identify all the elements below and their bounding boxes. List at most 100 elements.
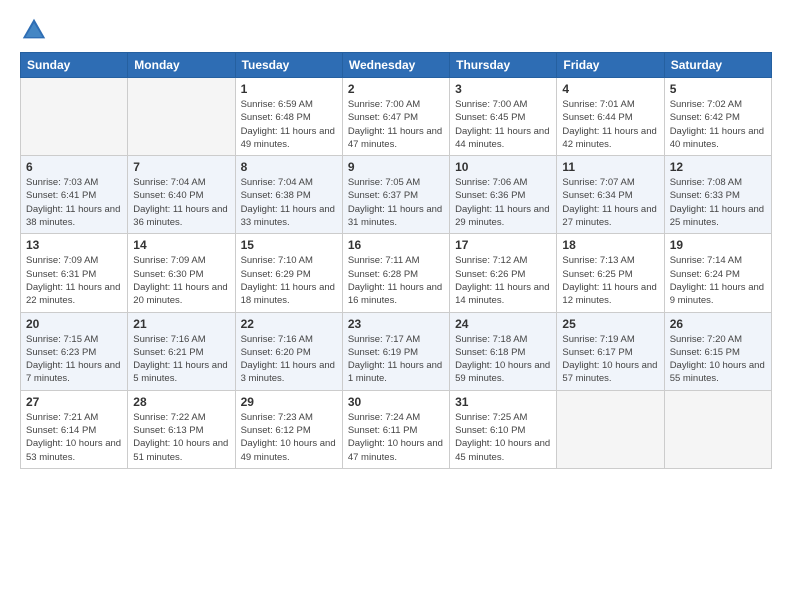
calendar-cell: 4Sunrise: 7:01 AM Sunset: 6:44 PM Daylig… xyxy=(557,78,664,156)
calendar-cell: 18 Sunrise: 7:13 AM Sunset: 6:25 PM Dayli… xyxy=(557,234,664,312)
day-info: Sunrise: 7:20 AM Sunset: 6:15 PM Dayligh… xyxy=(670,333,766,386)
calendar-cell: 23 Sunrise: 7:17 AM Sunset: 6:19 PM Dayli… xyxy=(342,312,449,390)
calendar-cell: 28Sunrise: 7:22 AM Sunset: 6:13 PM Dayli… xyxy=(128,390,235,468)
day-number: 29 xyxy=(241,395,337,409)
day-info: Sunrise: 7:17 AM Sunset: 6:19 PM Dayligh… xyxy=(348,333,444,386)
day-info: Sunrise: 6:59 AM Sunset: 6:48 PM Dayligh… xyxy=(241,98,337,151)
day-info: Sunrise: 7:00 AM Sunset: 6:45 PM Dayligh… xyxy=(455,98,551,151)
day-info: Sunrise: 7:11 AM Sunset: 6:28 PM Dayligh… xyxy=(348,254,444,307)
day-info: Sunrise: 7:04 AM Sunset: 6:40 PM Dayligh… xyxy=(133,176,229,229)
day-number: 19 xyxy=(670,238,766,252)
calendar-cell: 27 Sunrise: 7:21 AM Sunset: 6:14 PM Dayli… xyxy=(21,390,128,468)
day-number: 9 xyxy=(348,160,444,174)
weekday-header-sunday: Sunday xyxy=(21,53,128,78)
day-number: 7 xyxy=(133,160,229,174)
day-info: Sunrise: 7:16 AM Sunset: 6:20 PM Dayligh… xyxy=(241,333,337,386)
week-row-5: 27 Sunrise: 7:21 AM Sunset: 6:14 PM Dayli… xyxy=(21,390,772,468)
day-info: Sunrise: 7:16 AM Sunset: 6:21 PM Dayligh… xyxy=(133,333,229,386)
day-info: Sunrise: 7:21 AM Sunset: 6:14 PM Dayligh… xyxy=(26,411,122,464)
day-info: Sunrise: 7:09 AM Sunset: 6:31 PM Dayligh… xyxy=(26,254,122,307)
calendar-cell: 3 Sunrise: 7:00 AM Sunset: 6:45 PM Daylig… xyxy=(450,78,557,156)
weekday-header-tuesday: Tuesday xyxy=(235,53,342,78)
day-info: Sunrise: 7:08 AM Sunset: 6:33 PM Dayligh… xyxy=(670,176,766,229)
day-number: 6 xyxy=(26,160,122,174)
day-info: Sunrise: 7:15 AM Sunset: 6:23 PM Dayligh… xyxy=(26,333,122,386)
calendar-cell: 30 Sunrise: 7:24 AM Sunset: 6:11 PM Dayli… xyxy=(342,390,449,468)
calendar-cell: 8 Sunrise: 7:04 AM Sunset: 6:38 PM Daylig… xyxy=(235,156,342,234)
day-info: Sunrise: 7:07 AM Sunset: 6:34 PM Dayligh… xyxy=(562,176,658,229)
day-info: Sunrise: 7:05 AM Sunset: 6:37 PM Dayligh… xyxy=(348,176,444,229)
calendar-cell: 24 Sunrise: 7:18 AM Sunset: 6:18 PM Dayli… xyxy=(450,312,557,390)
day-number: 23 xyxy=(348,317,444,331)
day-info: Sunrise: 7:19 AM Sunset: 6:17 PM Dayligh… xyxy=(562,333,658,386)
calendar-cell xyxy=(128,78,235,156)
day-number: 8 xyxy=(241,160,337,174)
day-number: 17 xyxy=(455,238,551,252)
day-info: Sunrise: 7:01 AM Sunset: 6:44 PM Dayligh… xyxy=(562,98,658,151)
calendar-cell: 17 Sunrise: 7:12 AM Sunset: 6:26 PM Dayli… xyxy=(450,234,557,312)
day-info: Sunrise: 7:18 AM Sunset: 6:18 PM Dayligh… xyxy=(455,333,551,386)
day-number: 15 xyxy=(241,238,337,252)
day-number: 30 xyxy=(348,395,444,409)
week-row-2: 6 Sunrise: 7:03 AM Sunset: 6:41 PM Daylig… xyxy=(21,156,772,234)
day-number: 3 xyxy=(455,82,551,96)
day-number: 25 xyxy=(562,317,658,331)
calendar-cell: 20 Sunrise: 7:15 AM Sunset: 6:23 PM Dayli… xyxy=(21,312,128,390)
day-info: Sunrise: 7:03 AM Sunset: 6:41 PM Dayligh… xyxy=(26,176,122,229)
calendar-cell: 12Sunrise: 7:08 AM Sunset: 6:33 PM Dayli… xyxy=(664,156,771,234)
weekday-header-saturday: Saturday xyxy=(664,53,771,78)
day-info: Sunrise: 7:10 AM Sunset: 6:29 PM Dayligh… xyxy=(241,254,337,307)
day-info: Sunrise: 7:14 AM Sunset: 6:24 PM Dayligh… xyxy=(670,254,766,307)
calendar-cell: 5 Sunrise: 7:02 AM Sunset: 6:42 PM Daylig… xyxy=(664,78,771,156)
day-number: 5 xyxy=(670,82,766,96)
day-number: 24 xyxy=(455,317,551,331)
weekday-header-friday: Friday xyxy=(557,53,664,78)
day-number: 26 xyxy=(670,317,766,331)
day-info: Sunrise: 7:22 AM Sunset: 6:13 PM Dayligh… xyxy=(133,411,229,464)
day-info: Sunrise: 7:00 AM Sunset: 6:47 PM Dayligh… xyxy=(348,98,444,151)
calendar-cell: 19 Sunrise: 7:14 AM Sunset: 6:24 PM Dayli… xyxy=(664,234,771,312)
day-info: Sunrise: 7:02 AM Sunset: 6:42 PM Dayligh… xyxy=(670,98,766,151)
day-number: 14 xyxy=(133,238,229,252)
day-number: 22 xyxy=(241,317,337,331)
day-info: Sunrise: 7:24 AM Sunset: 6:11 PM Dayligh… xyxy=(348,411,444,464)
calendar-cell: 15 Sunrise: 7:10 AM Sunset: 6:29 PM Dayli… xyxy=(235,234,342,312)
day-info: Sunrise: 7:09 AM Sunset: 6:30 PM Dayligh… xyxy=(133,254,229,307)
day-number: 27 xyxy=(26,395,122,409)
calendar-cell xyxy=(21,78,128,156)
day-info: Sunrise: 7:12 AM Sunset: 6:26 PM Dayligh… xyxy=(455,254,551,307)
day-info: Sunrise: 7:04 AM Sunset: 6:38 PM Dayligh… xyxy=(241,176,337,229)
logo xyxy=(20,16,52,44)
calendar-cell: 1Sunrise: 6:59 AM Sunset: 6:48 PM Daylig… xyxy=(235,78,342,156)
day-number: 11 xyxy=(562,160,658,174)
weekday-header-row: SundayMondayTuesdayWednesdayThursdayFrid… xyxy=(21,53,772,78)
calendar-cell: 11 Sunrise: 7:07 AM Sunset: 6:34 PM Dayli… xyxy=(557,156,664,234)
day-info: Sunrise: 7:06 AM Sunset: 6:36 PM Dayligh… xyxy=(455,176,551,229)
weekday-header-monday: Monday xyxy=(128,53,235,78)
calendar-cell: 29 Sunrise: 7:23 AM Sunset: 6:12 PM Dayli… xyxy=(235,390,342,468)
day-number: 16 xyxy=(348,238,444,252)
day-number: 21 xyxy=(133,317,229,331)
week-row-4: 20 Sunrise: 7:15 AM Sunset: 6:23 PM Dayli… xyxy=(21,312,772,390)
calendar-cell: 10 Sunrise: 7:06 AM Sunset: 6:36 PM Dayli… xyxy=(450,156,557,234)
calendar-cell: 31Sunrise: 7:25 AM Sunset: 6:10 PM Dayli… xyxy=(450,390,557,468)
day-info: Sunrise: 7:23 AM Sunset: 6:12 PM Dayligh… xyxy=(241,411,337,464)
day-info: Sunrise: 7:13 AM Sunset: 6:25 PM Dayligh… xyxy=(562,254,658,307)
day-number: 20 xyxy=(26,317,122,331)
day-info: Sunrise: 7:25 AM Sunset: 6:10 PM Dayligh… xyxy=(455,411,551,464)
weekday-header-wednesday: Wednesday xyxy=(342,53,449,78)
calendar-cell xyxy=(664,390,771,468)
calendar-cell: 14 Sunrise: 7:09 AM Sunset: 6:30 PM Dayli… xyxy=(128,234,235,312)
calendar-cell: 7 Sunrise: 7:04 AM Sunset: 6:40 PM Daylig… xyxy=(128,156,235,234)
calendar-cell: 9 Sunrise: 7:05 AM Sunset: 6:37 PM Daylig… xyxy=(342,156,449,234)
calendar-cell: 21 Sunrise: 7:16 AM Sunset: 6:21 PM Dayli… xyxy=(128,312,235,390)
calendar-cell: 25 Sunrise: 7:19 AM Sunset: 6:17 PM Dayli… xyxy=(557,312,664,390)
calendar-cell: 6 Sunrise: 7:03 AM Sunset: 6:41 PM Daylig… xyxy=(21,156,128,234)
day-number: 18 xyxy=(562,238,658,252)
week-row-3: 13Sunrise: 7:09 AM Sunset: 6:31 PM Dayli… xyxy=(21,234,772,312)
header xyxy=(20,16,772,44)
calendar-cell: 22 Sunrise: 7:16 AM Sunset: 6:20 PM Dayli… xyxy=(235,312,342,390)
calendar-cell: 26 Sunrise: 7:20 AM Sunset: 6:15 PM Dayli… xyxy=(664,312,771,390)
day-number: 10 xyxy=(455,160,551,174)
calendar-table: SundayMondayTuesdayWednesdayThursdayFrid… xyxy=(20,52,772,469)
